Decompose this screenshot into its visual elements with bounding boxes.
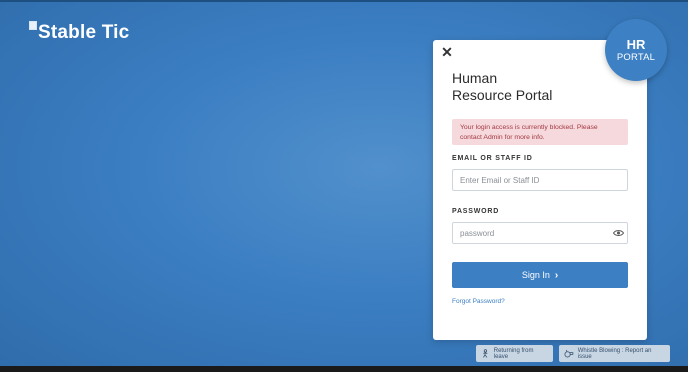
login-blocked-alert: Your login access is currently blocked. … <box>452 119 628 145</box>
chevron-right-icon: › <box>554 269 559 281</box>
page-title-line2: Resource Portal <box>452 87 553 103</box>
forgot-password-link[interactable]: Forgot Password? <box>452 298 505 305</box>
brand-name: Stable Tic <box>38 22 130 43</box>
whistle-blowing-label: Whistle Blowing : Report an issue <box>577 347 652 360</box>
close-icon[interactable]: ✕ <box>441 45 453 59</box>
broken-image-icon <box>29 21 37 30</box>
returning-from-leave-label: Returning from leave <box>493 347 534 360</box>
bottom-edge <box>0 366 688 372</box>
sign-in-label: Sign In <box>521 270 550 280</box>
show-password-eye-icon[interactable] <box>613 229 624 237</box>
top-edge <box>0 0 688 2</box>
password-label: PASSWORD <box>452 208 500 215</box>
sign-in-button[interactable]: Sign In › <box>452 262 628 288</box>
password-field[interactable] <box>452 222 628 244</box>
email-field[interactable] <box>452 169 628 191</box>
brand-logo: Stable Tic <box>29 20 129 46</box>
person-walking-icon <box>483 349 488 358</box>
whistle-icon <box>564 349 574 358</box>
page-title-line1: Human <box>452 70 498 86</box>
email-label: EMAIL OR STAFF ID <box>452 155 533 162</box>
badge-line2: PORTAL <box>616 52 656 63</box>
hr-portal-badge: HR PORTAL <box>605 19 667 81</box>
badge-line1: HR <box>626 37 646 52</box>
returning-from-leave-button[interactable]: Returning from leave <box>476 345 553 362</box>
whistle-blowing-button[interactable]: Whistle Blowing : Report an issue <box>559 345 670 362</box>
